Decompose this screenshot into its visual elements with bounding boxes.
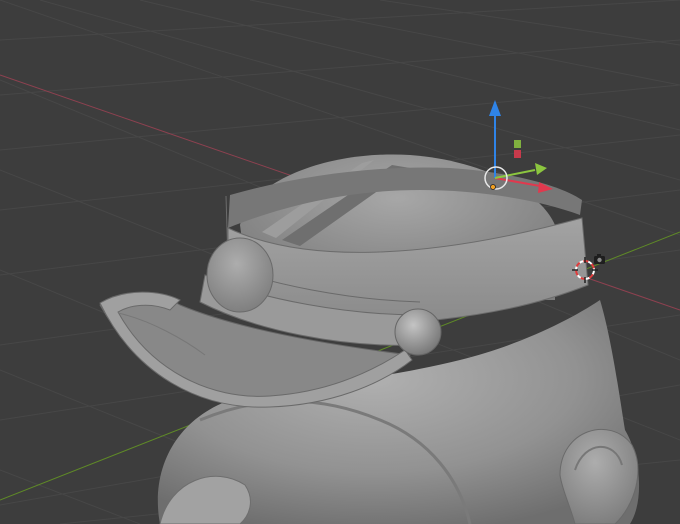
cap-side-ear [206,237,274,313]
object-origin-dot [490,184,496,190]
3d-viewport[interactable] [0,0,680,524]
gizmo-xz-plane[interactable] [514,140,521,148]
viewport-canvas[interactable] [0,0,680,524]
camera-icon[interactable] [594,254,605,264]
gizmo-y-arrow[interactable] [535,163,547,175]
monkey-right-ear [559,428,639,524]
cap-knob [394,308,442,356]
gizmo-yz-plane[interactable] [514,150,521,158]
